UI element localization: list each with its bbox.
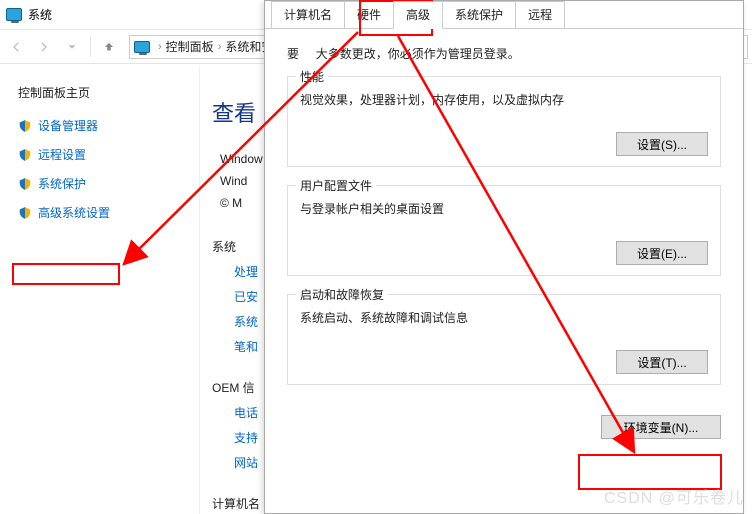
shield-icon [18,176,32,192]
monitor-icon [6,8,22,21]
sidebar-item-remote[interactable]: 远程设置 [18,146,199,163]
breadcrumb-item[interactable]: 控制面板 [166,38,214,55]
tab-hardware[interactable]: 硬件 [344,1,394,28]
group-legend: 启动和故障恢复 [296,286,388,303]
shield-icon [18,147,32,163]
group-legend: 性能 [296,68,328,85]
settings-startup-button[interactable]: 设置(T)... [616,350,708,374]
separator [90,37,91,57]
sidebar-item-label: 系统保护 [38,175,86,192]
group-user-profiles: 用户配置文件 与登录帐户相关的桌面设置 设置(E)... [287,185,721,276]
tabstrip: 计算机名 硬件 高级 系统保护 远程 [265,1,743,29]
group-performance: 性能 视觉效果，处理器计划，内存使用，以及虚拟内存 设置(S)... [287,76,721,167]
sidebar-item-advanced[interactable]: 高级系统设置 [18,204,199,221]
sidebar-item-label: 设备管理器 [38,117,98,134]
arrow-up-icon [102,40,116,54]
arrow-right-icon [37,40,51,54]
back-button[interactable] [4,35,28,59]
shield-icon [18,205,32,221]
group-legend: 用户配置文件 [296,177,376,194]
left-panel: 控制面板主页 设备管理器 远程设置 系统保护 高级系统设置 [0,66,200,514]
window-title: 系统 [28,6,52,23]
arrow-left-icon [9,40,23,54]
chevron-right-icon: › [154,41,166,53]
tab-system-protection[interactable]: 系统保护 [442,1,516,28]
env-variables-button[interactable]: 环境变量(N)... [601,415,721,439]
sidebar-item-devicemanager[interactable]: 设备管理器 [18,117,199,134]
shield-icon [18,118,32,134]
admin-note: 要 大多数更改，你必须作为管理员登录。 [287,45,721,62]
recent-dropdown[interactable] [60,35,84,59]
admin-note-prefix: 要 [287,47,299,61]
tab-computer-name[interactable]: 计算机名 [271,1,345,28]
control-panel-home[interactable]: 控制面板主页 [18,84,199,101]
tab-remote[interactable]: 远程 [515,1,565,28]
group-startup-recovery: 启动和故障恢复 系统启动、系统故障和调试信息 设置(T)... [287,294,721,385]
group-desc: 系统启动、系统故障和调试信息 [300,305,708,350]
settings-profiles-button[interactable]: 设置(E)... [616,241,708,265]
settings-performance-button[interactable]: 设置(S)... [616,132,708,156]
admin-note-text: 大多数更改，你必须作为管理员登录。 [316,47,520,61]
dialog-body: 要 大多数更改，你必须作为管理员登录。 性能 视觉效果，处理器计划，内存使用，以… [265,29,743,415]
sidebar-item-label: 远程设置 [38,146,86,163]
group-desc: 视觉效果，处理器计划，内存使用，以及虚拟内存 [300,87,708,132]
system-properties-dialog: 计算机名 硬件 高级 系统保护 远程 要 大多数更改，你必须作为管理员登录。 性… [264,0,744,514]
tab-advanced[interactable]: 高级 [393,1,443,29]
sidebar-item-label: 高级系统设置 [38,204,110,221]
chevron-right-icon: › [214,41,226,53]
group-desc: 与登录帐户相关的桌面设置 [300,196,708,241]
sidebar-item-protection[interactable]: 系统保护 [18,175,199,192]
up-button[interactable] [97,35,121,59]
env-row: 环境变量(N)... [265,415,743,439]
forward-button[interactable] [32,35,56,59]
monitor-icon [134,41,150,53]
chevron-down-icon [65,40,79,54]
